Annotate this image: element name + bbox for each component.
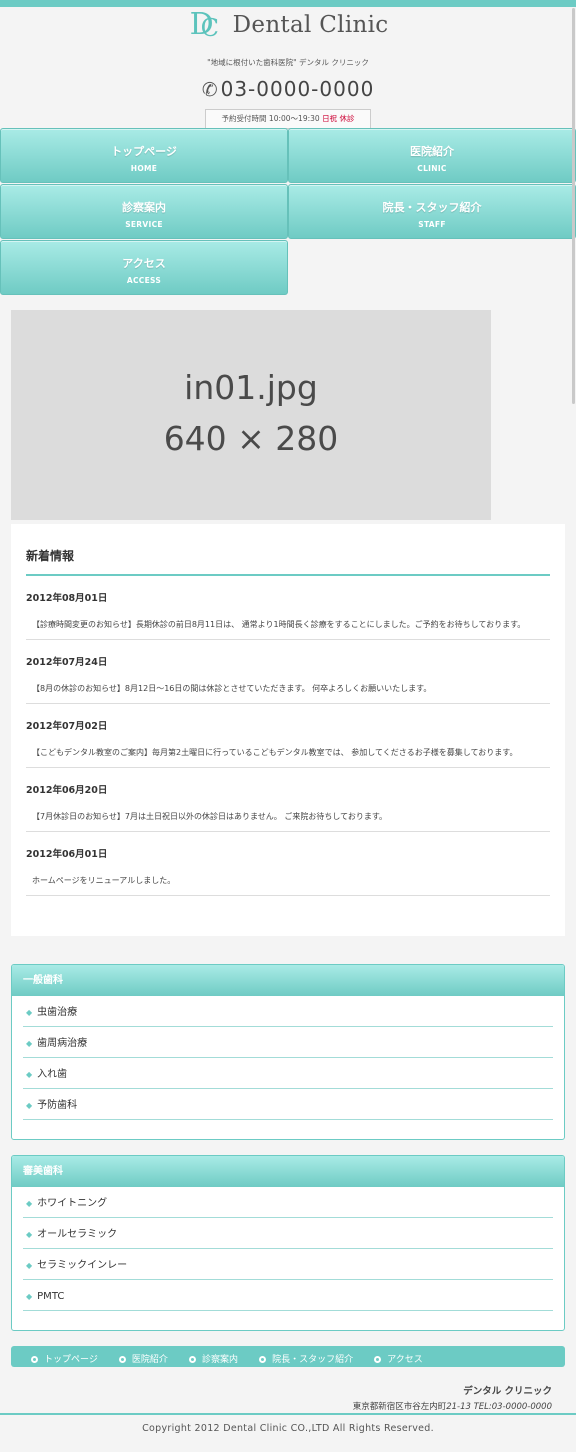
news-item: 2012年08月01日 【診療時間変更のお知らせ】長期休診の前日8月11日は、 … — [26, 576, 550, 640]
nav-staff[interactable]: 院長・スタッフ紹介 STAFF — [288, 184, 576, 239]
news-text: 【7月休診日のお知らせ】7月は土日祝日以外の休診日はありません。 ご来院お待ちし… — [32, 812, 388, 821]
diamond-bullet-icon: ◆ — [26, 1230, 33, 1239]
nav-service[interactable]: 診察案内 SERVICE — [0, 184, 288, 239]
footer-nav-staff[interactable]: 院長・スタッフ紹介 — [259, 1350, 353, 1371]
nav-label-jp: 診察案内 — [122, 201, 166, 214]
menu-item-label: 予防歯科 — [37, 1100, 78, 1111]
top-accent-bar — [0, 0, 576, 7]
menu-item-whitening[interactable]: ◆ ホワイトニング — [23, 1187, 553, 1218]
footer-divider — [0, 1413, 576, 1415]
nav-label-jp: 医院紹介 — [410, 145, 454, 158]
diamond-bullet-icon: ◆ — [26, 1261, 33, 1270]
cosmetic-dentistry-title: 審美歯科 — [12, 1156, 564, 1187]
nav-label-en: CLINIC — [417, 164, 447, 173]
phone-number[interactable]: ✆ 03-0000-0000 — [0, 77, 576, 103]
footer-nav-clinic[interactable]: 医院紹介 — [118, 1350, 168, 1371]
nav-home[interactable]: トップページ HOME — [0, 128, 288, 183]
menu-item-label: 虫歯治療 — [37, 1007, 78, 1018]
nav-access[interactable]: アクセス ACCESS — [0, 240, 288, 295]
news-title: 新着情報 — [26, 547, 550, 576]
footer-nav-label: 医院紹介 — [131, 1355, 168, 1365]
logo-mark-icon: DC — [189, 7, 219, 42]
footer-nav-service[interactable]: 診察案内 — [189, 1350, 238, 1371]
circle-bullet-icon — [31, 1356, 38, 1363]
footer-nav-label: 院長・スタッフ紹介 — [272, 1355, 354, 1365]
hero-filename: in01.jpg — [184, 368, 318, 407]
logo-text: Dental Clinic — [232, 12, 389, 38]
footer-clinic-name: デンタル クリニック — [463, 1386, 552, 1397]
nav-label-en: ACCESS — [126, 276, 162, 285]
footer-address-number: 21-13 — [446, 1402, 471, 1412]
footer-nav-label: アクセス — [387, 1355, 423, 1365]
news-text: 【8月の休診のお知らせ】8月12日～16日の間は休診とさせていただきます。 何卒… — [32, 684, 432, 693]
site-catchphrase: "地域に根付いた歯科医院" デンタル クリニック — [207, 58, 369, 67]
footer-nav-label: 診察案内 — [202, 1355, 239, 1365]
general-dentistry-title: 一般歯科 — [12, 965, 564, 996]
menu-item-cavity[interactable]: ◆ 虫歯治療 — [23, 996, 553, 1027]
nav-label-jp: アクセス — [122, 257, 166, 270]
footer-address-text: 東京都新宿区市谷左内町 — [352, 1402, 447, 1412]
diamond-bullet-icon: ◆ — [26, 1199, 33, 1208]
closed-days: 日祝 休診 — [322, 114, 355, 123]
circle-bullet-icon — [189, 1356, 197, 1363]
nav-label-jp: 院長・スタッフ紹介 — [382, 201, 482, 214]
hours-text: 予約受付時間 10:00～19:30 — [221, 114, 320, 123]
news-date: 2012年07月02日 — [26, 721, 108, 732]
news-item: 2012年07月24日 【8月の休診のお知らせ】8月12日～16日の間は休診とさ… — [26, 640, 550, 704]
phone-text: 03-0000-0000 — [220, 77, 375, 101]
hero-size: 640 × 280 — [163, 419, 339, 458]
phone-icon: ✆ — [201, 79, 219, 101]
menu-item-label: セラミックインレー — [37, 1260, 128, 1271]
news-section: 新着情報 2012年08月01日 【診療時間変更のお知らせ】長期休診の前日8月1… — [11, 524, 565, 936]
menu-item-denture[interactable]: ◆ 入れ歯 — [23, 1058, 553, 1089]
footer-address: 東京都新宿区市谷左内町21-13 TEL:03-0000-0000 — [353, 1400, 552, 1412]
menu-item-label: PMTC — [37, 1291, 65, 1302]
reception-hours: 予約受付時間 10:00～19:30 日祝 休診 — [205, 109, 371, 129]
news-item: 2012年07月02日 【こどもデンタル教室のご案内】毎月第2土曜日に行っている… — [26, 704, 550, 768]
diamond-bullet-icon: ◆ — [26, 1008, 33, 1017]
menu-item-all-ceramic[interactable]: ◆ オールセラミック — [23, 1218, 553, 1249]
news-date: 2012年07月24日 — [26, 657, 108, 668]
circle-bullet-icon — [259, 1356, 267, 1363]
site-logo[interactable]: DC Dental Clinic — [0, 7, 576, 45]
hero-image-placeholder: in01.jpg 640 × 280 — [11, 310, 491, 520]
nav-label-en: HOME — [130, 164, 158, 173]
news-text: ホームページをリニューアルしました。 — [32, 876, 176, 885]
nav-label-en: SERVICE — [125, 220, 163, 229]
menu-item-pmtc[interactable]: ◆ PMTC — [23, 1280, 553, 1311]
news-date: 2012年08月01日 — [26, 593, 108, 604]
cosmetic-dentistry-box: 審美歯科 ◆ ホワイトニング ◆ オールセラミック ◆ セラミックインレー ◆ PMTC — [11, 1155, 565, 1331]
nav-label-en: STAFF — [418, 220, 446, 229]
page-scrollbar[interactable] — [572, 8, 575, 404]
footer-nav-home[interactable]: トップページ — [31, 1350, 98, 1371]
diamond-bullet-icon: ◆ — [26, 1101, 33, 1110]
nav-clinic[interactable]: 医院紹介 CLINIC — [288, 128, 576, 183]
footer-nav-access[interactable]: アクセス — [374, 1350, 423, 1371]
news-item: 2012年06月01日 ホームページをリニューアルしました。 — [26, 832, 550, 896]
news-text: 【こどもデンタル教室のご案内】毎月第2土曜日に行っているこどもデンタル教室では、… — [32, 748, 518, 757]
copyright: Copyright 2012 Dental Clinic CO.,LTD All… — [142, 1423, 434, 1434]
menu-item-prevention[interactable]: ◆ 予防歯科 — [23, 1089, 553, 1120]
circle-bullet-icon — [118, 1356, 126, 1363]
footer-nav: トップページ 医院紹介 診察案内 院長・スタッフ紹介 アクセス — [11, 1346, 565, 1367]
general-dentistry-box: 一般歯科 ◆ 虫歯治療 ◆ 歯周病治療 ◆ 入れ歯 ◆ 予防歯科 — [11, 964, 565, 1140]
diamond-bullet-icon: ◆ — [26, 1039, 33, 1048]
footer-tel: TEL:03-0000-0000 — [473, 1402, 552, 1412]
menu-item-label: ホワイトニング — [37, 1198, 108, 1209]
menu-item-label: 歯周病治療 — [37, 1038, 88, 1049]
news-date: 2012年06月01日 — [26, 849, 108, 860]
menu-item-ceramic-inlay[interactable]: ◆ セラミックインレー — [23, 1249, 553, 1280]
footer-nav-label: トップページ — [44, 1355, 98, 1365]
diamond-bullet-icon: ◆ — [26, 1070, 33, 1079]
news-text: 【診療時間変更のお知らせ】長期休診の前日8月11日は、 通常より1時間長く診療を… — [32, 620, 526, 629]
diamond-bullet-icon: ◆ — [26, 1292, 33, 1301]
menu-item-label: オールセラミック — [37, 1229, 118, 1240]
nav-label-jp: トップページ — [111, 145, 177, 158]
menu-item-label: 入れ歯 — [37, 1069, 68, 1080]
circle-bullet-icon — [374, 1356, 382, 1363]
footer-clinic-info: デンタル クリニック 東京都新宿区市谷左内町21-13 TEL:03-0000-… — [353, 1383, 552, 1412]
menu-item-periodontal[interactable]: ◆ 歯周病治療 — [23, 1027, 553, 1058]
news-item: 2012年06月20日 【7月休診日のお知らせ】7月は土日祝日以外の休診日はあり… — [26, 768, 550, 832]
news-date: 2012年06月20日 — [26, 785, 108, 796]
